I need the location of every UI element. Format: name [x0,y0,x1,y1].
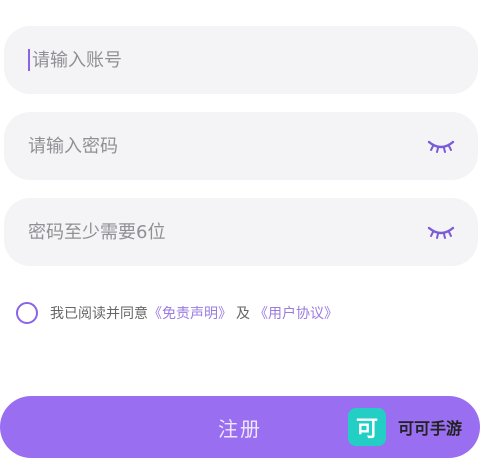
password-input[interactable] [28,135,418,157]
agreement-prefix: 我已阅读并同意 [50,306,148,322]
watermark-logo: 可 [348,408,386,446]
agreement-and: 及 [236,306,250,322]
agreement-checkbox[interactable] [16,302,38,324]
password-field[interactable] [4,112,478,180]
eye-closed-icon[interactable] [426,224,456,240]
eye-closed-icon[interactable] [426,138,456,154]
watermark-text: 可可手游 [398,419,463,438]
watermark: 可 可可手游 [348,408,462,446]
confirm-password-field[interactable] [4,198,478,266]
text-caret [28,49,30,71]
account-field[interactable] [4,26,478,94]
user-agreement-link[interactable]: 《用户协议》 [254,303,338,323]
account-input[interactable] [32,49,456,71]
agreement-row: 我已阅读并同意 《免责声明》 及 《用户协议》 [16,302,338,324]
disclaimer-link[interactable]: 《免责声明》 [148,303,232,323]
confirm-password-input[interactable] [28,221,418,243]
